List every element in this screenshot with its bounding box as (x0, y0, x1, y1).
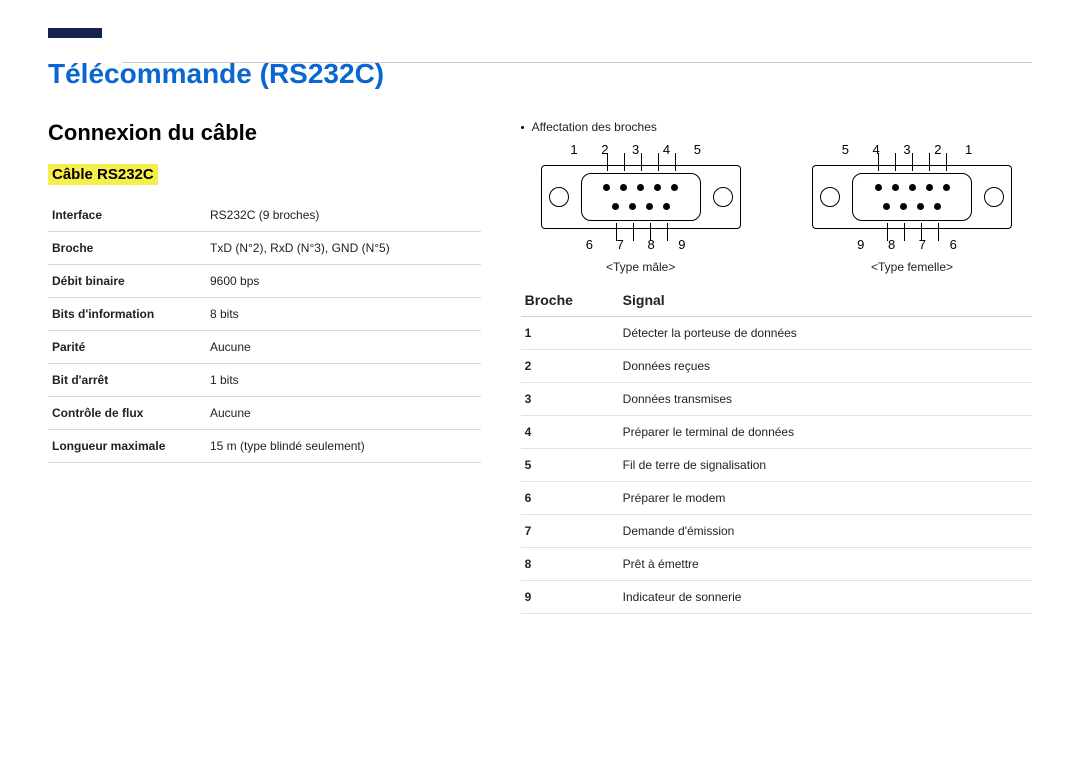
table-row: 7Demande d'émission (521, 515, 1032, 548)
header-mark (48, 28, 102, 38)
pin-num: 1 (521, 317, 619, 350)
pin-num: 4 (521, 416, 619, 449)
spec-key: Interface (48, 199, 206, 232)
pin-signal: Demande d'émission (619, 515, 1032, 548)
table-row: Contrôle de fluxAucune (48, 397, 481, 430)
table-row: Longueur maximale15 m (type blindé seule… (48, 430, 481, 463)
spec-key: Débit binaire (48, 265, 206, 298)
pin-signal: Indicateur de sonnerie (619, 581, 1032, 614)
spec-val: 15 m (type blindé seulement) (206, 430, 481, 463)
spec-val: Aucune (206, 397, 481, 430)
male-shell (541, 161, 741, 233)
bullet-icon (521, 126, 524, 129)
divider (122, 62, 1032, 63)
pin-num: 6 (521, 482, 619, 515)
table-row: BrocheTxD (N°2), RxD (N°3), GND (N°5) (48, 232, 481, 265)
male-caption: <Type mâle> (521, 260, 761, 274)
spec-val: 1 bits (206, 364, 481, 397)
spec-val: RS232C (9 broches) (206, 199, 481, 232)
spec-key: Bits d'information (48, 298, 206, 331)
table-row: 5Fil de terre de signalisation (521, 449, 1032, 482)
pin-assignment-label: Affectation des broches (532, 120, 657, 134)
pin-signal: Données reçues (619, 350, 1032, 383)
table-row: Bits d'information8 bits (48, 298, 481, 331)
table-row: 2Données reçues (521, 350, 1032, 383)
table-row: 3Données transmises (521, 383, 1032, 416)
pin-col-header: Broche (521, 284, 619, 317)
table-row: Bit d'arrêt1 bits (48, 364, 481, 397)
spec-val: 8 bits (206, 298, 481, 331)
table-row: 4Préparer le terminal de données (521, 416, 1032, 449)
female-bottom-pins: 9 8 7 6 (792, 237, 1032, 252)
cable-subheading: Câble RS232C (48, 164, 158, 185)
pin-num: 9 (521, 581, 619, 614)
male-bottom-pins: 6 7 8 9 (521, 237, 761, 252)
spec-key: Broche (48, 232, 206, 265)
section-heading: Connexion du câble (48, 120, 481, 146)
spec-val: TxD (N°2), RxD (N°3), GND (N°5) (206, 232, 481, 265)
table-row: 1Détecter la porteuse de données (521, 317, 1032, 350)
spec-key: Bit d'arrêt (48, 364, 206, 397)
spec-key: Contrôle de flux (48, 397, 206, 430)
table-row: 6Préparer le modem (521, 482, 1032, 515)
pin-num: 5 (521, 449, 619, 482)
table-row: 9Indicateur de sonnerie (521, 581, 1032, 614)
pin-signal: Fil de terre de signalisation (619, 449, 1032, 482)
signal-col-header: Signal (619, 284, 1032, 317)
table-row: 8Prêt à émettre (521, 548, 1032, 581)
spec-val: Aucune (206, 331, 481, 364)
spec-table: InterfaceRS232C (9 broches) BrocheTxD (N… (48, 199, 481, 463)
pin-num: 2 (521, 350, 619, 383)
table-row: Débit binaire9600 bps (48, 265, 481, 298)
pin-num: 7 (521, 515, 619, 548)
pin-signal-table: Broche Signal 1Détecter la porteuse de d… (521, 284, 1032, 614)
spec-key: Parité (48, 331, 206, 364)
female-connector: 5 4 3 2 1 (792, 142, 1032, 274)
spec-val: 9600 bps (206, 265, 481, 298)
pin-signal: Données transmises (619, 383, 1032, 416)
spec-key: Longueur maximale (48, 430, 206, 463)
pin-signal: Préparer le terminal de données (619, 416, 1032, 449)
pin-signal: Prêt à émettre (619, 548, 1032, 581)
pin-signal: Détecter la porteuse de données (619, 317, 1032, 350)
pin-num: 8 (521, 548, 619, 581)
pin-num: 3 (521, 383, 619, 416)
male-connector: 1 2 3 4 5 (521, 142, 761, 274)
connector-diagram: 1 2 3 4 5 (521, 142, 1032, 274)
female-caption: <Type femelle> (792, 260, 1032, 274)
table-row: ParitéAucune (48, 331, 481, 364)
female-shell (812, 161, 1012, 233)
pin-signal: Préparer le modem (619, 482, 1032, 515)
table-row: InterfaceRS232C (9 broches) (48, 199, 481, 232)
